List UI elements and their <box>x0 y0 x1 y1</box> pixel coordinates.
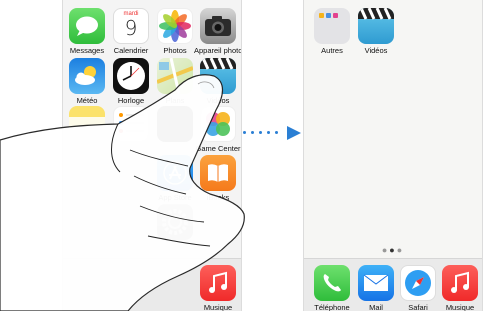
arrow-dot <box>267 131 270 134</box>
notes-icon <box>69 106 105 142</box>
page-indicator: ●●● <box>381 245 405 255</box>
settings-icon <box>157 204 193 240</box>
safari-icon <box>400 265 436 301</box>
app-label: Musique <box>203 303 233 311</box>
arrow-dot <box>275 131 278 134</box>
app-label: Vidéos <box>364 46 388 55</box>
app-folder-autres[interactable]: Autres <box>308 8 356 55</box>
dock-app-music[interactable]: Musique <box>436 265 482 311</box>
calendar-day-number: 9 <box>124 16 138 40</box>
folder-icon <box>314 8 350 44</box>
dock-app-music[interactable]: Musique <box>194 265 241 311</box>
left-home-screen: Messages mardi 9 Calendrier Photos Appar… <box>62 0 242 311</box>
dock-app-mail[interactable]: Mail <box>352 265 400 311</box>
app-messages[interactable]: Messages <box>63 8 111 55</box>
photos-icon <box>157 8 193 44</box>
music-icon <box>442 265 478 301</box>
swipe-arrow <box>243 126 301 140</box>
app-label: Safari <box>408 303 428 311</box>
app-label: App Store <box>158 193 192 202</box>
app-reminders[interactable] <box>107 106 155 142</box>
dock-app-phone[interactable]: Téléphone <box>308 265 356 311</box>
mail-icon <box>358 265 394 301</box>
app-game-center[interactable]: Game Center <box>194 106 241 153</box>
app-label: iBooks <box>206 193 230 202</box>
app-clock[interactable]: Horloge <box>107 58 155 105</box>
app-ibooks[interactable]: iBooks <box>194 155 241 202</box>
app-label: Messages <box>69 46 105 55</box>
app-label: Game Center <box>195 144 241 153</box>
app-settings[interactable] <box>151 204 199 240</box>
dock-app-safari[interactable]: Safari <box>394 265 442 311</box>
reminders-icon <box>113 106 149 142</box>
weather-icon <box>69 58 105 94</box>
app-label: Autres <box>321 46 343 55</box>
arrow-dot <box>259 131 262 134</box>
app-store-icon <box>157 155 193 191</box>
app-app-store[interactable]: App Store <box>151 155 199 202</box>
app-label: Mail <box>369 303 383 311</box>
phone-icon <box>314 265 350 301</box>
app-weather[interactable]: Météo <box>63 58 111 105</box>
app-videos[interactable]: Vidéos <box>352 8 400 55</box>
app-stocks[interactable] <box>151 106 199 142</box>
dock: Téléphone Mail Safari Musique <box>304 258 482 311</box>
messages-icon <box>69 8 105 44</box>
music-icon <box>200 265 236 301</box>
clock-icon <box>113 58 149 94</box>
camera-icon <box>200 8 236 44</box>
app-label: Calendrier <box>113 46 149 55</box>
app-photos[interactable]: Photos <box>151 8 199 55</box>
app-label: Musique <box>445 303 475 311</box>
calendar-icon: mardi 9 <box>113 8 149 44</box>
app-label: Vidéos <box>206 96 230 105</box>
app-notes[interactable] <box>63 106 111 142</box>
app-camera[interactable]: Appareil photo <box>194 8 242 55</box>
arrowhead-icon <box>287 126 301 140</box>
app-label: Appareil photo <box>194 46 242 55</box>
game-center-icon <box>200 106 236 142</box>
app-label: Photos <box>163 46 187 55</box>
arrow-dot <box>251 131 254 134</box>
maps-icon <box>157 58 193 94</box>
app-videos[interactable]: Vidéos <box>194 58 241 105</box>
ibooks-icon <box>200 155 236 191</box>
app-calendar[interactable]: mardi 9 Calendrier <box>107 8 155 55</box>
app-label: Plans <box>165 96 185 105</box>
dock: Musique <box>63 258 241 311</box>
videos-icon <box>200 58 236 94</box>
app-maps[interactable]: Plans <box>151 58 199 105</box>
app-label: Téléphone <box>314 303 350 311</box>
stocks-icon <box>157 106 193 142</box>
arrow-dot <box>243 131 246 134</box>
videos-icon <box>358 8 394 44</box>
app-label: Horloge <box>117 96 145 105</box>
app-label: Météo <box>76 96 98 105</box>
right-home-screen: Autres Vidéos ●●● Téléphone Mail Safari <box>303 0 483 311</box>
